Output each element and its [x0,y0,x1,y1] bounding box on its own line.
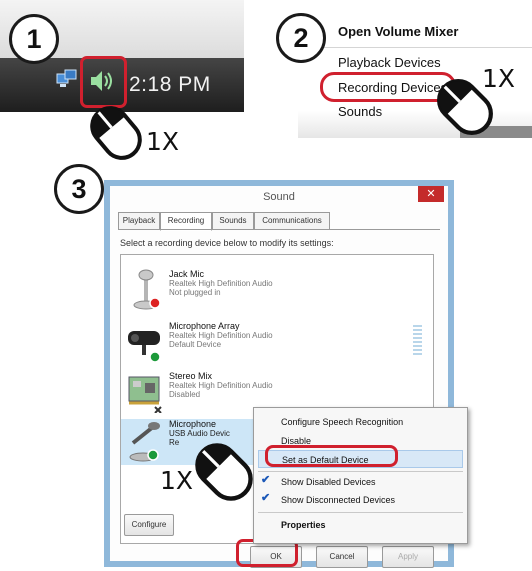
click-count-1: 1X [146,127,180,156]
menu-separator [258,471,463,472]
menu-divider [298,47,532,48]
menu-item-playback-devices[interactable]: Playback Devices [338,55,441,70]
tab-underline [118,229,440,230]
instruction-text: Select a recording device below to modif… [120,238,334,248]
device-driver: Realtek High Definition Audio [169,331,273,340]
network-icon[interactable] [56,68,78,92]
level-meter [413,325,422,357]
device-name: Jack Mic [169,269,205,279]
close-button[interactable]: ✕ [418,186,444,202]
device-context-menu: Configure Speech Recognition Disable Set… [253,407,468,544]
webcam-mic-icon [128,331,161,363]
device-name: Microphone [169,419,217,429]
menu-item-properties[interactable]: Properties [281,520,326,530]
step-badge-2: 2 [276,13,326,63]
device-name: Stereo Mix [169,371,213,381]
device-status: Re [169,438,180,447]
menu-item-configure-speech[interactable]: Configure Speech Recognition [281,417,403,427]
menu-item-sounds[interactable]: Sounds [338,104,382,119]
cancel-button[interactable]: Cancel [316,546,368,568]
set-default-highlight [265,445,398,467]
sound-card-icon [128,376,162,413]
jack-mic-icon [133,269,161,310]
check-icon: ✔ [261,492,271,504]
device-status: Default Device [169,340,222,349]
click-count-3: 1X [160,466,194,495]
dialog-title: Sound [263,191,295,203]
device-name: Microphone Array [169,321,240,331]
device-status: Disabled [169,390,201,399]
step-badge-1: 1 [9,14,59,64]
microphone-icon [129,422,160,462]
step-badge-3: 3 [54,164,104,214]
menu-item-open-volume-mixer[interactable]: Open Volume Mixer [338,24,458,39]
device-row-jack-mic[interactable]: Jack Mic Realtek High Definition Audio N… [121,269,433,315]
clock[interactable]: 2:18 PM [129,73,211,97]
device-status: Not plugged in [169,288,221,297]
menu-item-show-disconnected[interactable]: Show Disconnected Devices [281,495,395,505]
device-driver: Realtek High Definition Audio [169,381,273,390]
device-driver: Realtek High Definition Audio [169,279,273,288]
click-count-2: 1X [482,64,516,93]
menu-separator [258,512,463,513]
device-row-microphone-array[interactable]: Microphone Array Realtek High Definition… [121,321,433,367]
tab-playback[interactable]: Playback [118,212,160,230]
menu-item-show-disabled[interactable]: Show Disabled Devices [281,477,376,487]
mouse-click-icon [90,106,142,160]
configure-button[interactable]: Configure [124,514,174,536]
check-icon: ✔ [261,474,271,486]
tab-communications[interactable]: Communications [254,212,330,230]
tab-sounds[interactable]: Sounds [212,212,254,230]
mouse-click-icon-3 [195,443,253,501]
apply-button[interactable]: Apply [382,546,434,568]
